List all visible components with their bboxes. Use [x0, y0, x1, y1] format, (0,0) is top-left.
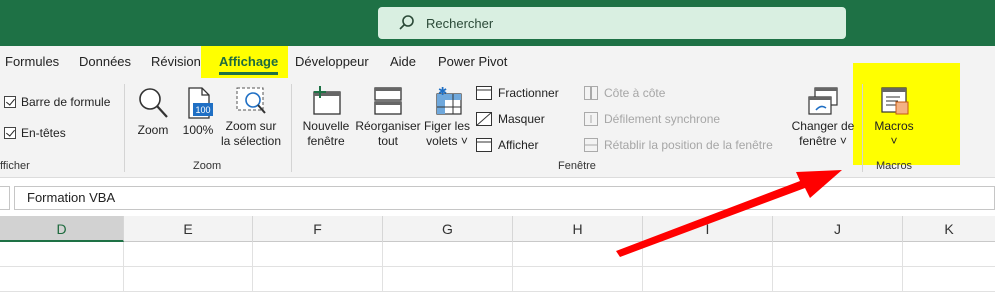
- macros-dropdown-caret[interactable]: ˅: [890, 134, 897, 148]
- tab-affichage[interactable]: Affichage: [219, 46, 279, 78]
- group-label-window: Fenêtre: [558, 160, 596, 172]
- unhide-button[interactable]: Afficher: [476, 138, 538, 152]
- tab-revision[interactable]: Révision: [151, 46, 201, 78]
- new-window-button[interactable]: Nouvelle fenêtre: [300, 86, 352, 149]
- grid-line: [123, 242, 124, 292]
- checkbox-checked: [4, 127, 16, 139]
- svg-text:✱: ✱: [438, 86, 447, 98]
- zoom-100-icon: 100: [188, 87, 213, 119]
- sync-scroll-label: Défilement synchrone: [604, 112, 721, 126]
- freeze-panes-icon: ✱: [436, 86, 462, 115]
- hide-label: Masquer: [498, 112, 545, 126]
- zoom-selection-button[interactable]: Zoom sur la sélection: [220, 86, 282, 149]
- hide-icon: [476, 112, 492, 126]
- zoom-100-icon-text: 100: [195, 105, 210, 115]
- zoom-selection-label-1: Zoom sur: [225, 119, 277, 133]
- arrange-all-label-2: tout: [377, 134, 398, 148]
- checkbox-checked: [4, 96, 16, 108]
- magnifier-icon: [139, 88, 168, 118]
- group-separator: [291, 84, 292, 172]
- new-window-label-2: fenêtre: [307, 134, 345, 148]
- zoom-100-button[interactable]: 100 100%: [180, 86, 216, 138]
- split-button[interactable]: Fractionner: [476, 86, 559, 100]
- column-header-f[interactable]: F: [253, 216, 383, 242]
- ribbon-tab-bar: Formules Données Révision Affichage Déve…: [0, 46, 995, 84]
- cell-grid[interactable]: [0, 242, 995, 292]
- tab-aide[interactable]: Aide: [390, 46, 416, 78]
- reset-position-icon: [584, 138, 598, 152]
- tab-donnees[interactable]: Données: [79, 46, 131, 78]
- split-label: Fractionner: [498, 86, 559, 100]
- search-placeholder: Rechercher: [426, 15, 494, 31]
- group-label-show: fficher: [0, 160, 30, 172]
- freeze-panes-label-2: volets ˅: [426, 134, 468, 148]
- grid-line: [0, 266, 995, 267]
- freeze-panes-label-1: Figer les: [423, 119, 470, 133]
- column-header-g[interactable]: G: [383, 216, 513, 242]
- tab-power-pivot[interactable]: Power Pivot: [438, 46, 507, 78]
- group-separator: [124, 84, 125, 172]
- formula-bar-checkbox[interactable]: Barre de formule: [4, 95, 110, 109]
- column-headers: D E F G H I J K: [0, 216, 995, 242]
- grid-line: [902, 242, 903, 292]
- freeze-panes-button[interactable]: ✱ Figer les volets ˅: [423, 86, 471, 149]
- group-label-macros: Macros: [876, 160, 913, 172]
- formula-input[interactable]: Formation VBA: [14, 186, 995, 210]
- formula-bar-checkbox-label: Barre de formule: [21, 95, 111, 109]
- column-header-j[interactable]: J: [773, 216, 903, 242]
- switch-windows-label-1: Changer de: [791, 119, 855, 133]
- tab-formules[interactable]: Formules: [5, 46, 59, 78]
- column-header-h[interactable]: H: [513, 216, 643, 242]
- title-bar: Rechercher: [0, 0, 995, 46]
- grid-line: [772, 242, 773, 292]
- grid-line: [512, 242, 513, 292]
- zoom-selection-label-2: la sélection: [220, 134, 282, 148]
- hide-button[interactable]: Masquer: [476, 112, 545, 126]
- macros-button[interactable]: Macros ˅: [870, 86, 918, 149]
- column-header-k[interactable]: K: [903, 216, 995, 242]
- headings-checkbox[interactable]: En-têtes: [4, 126, 66, 140]
- arrange-all-label-1: Réorganiser: [355, 119, 421, 133]
- sync-scroll-icon: [584, 112, 598, 126]
- search-icon: [399, 15, 414, 30]
- zoom-label: Zoom: [137, 123, 169, 137]
- tab-developpeur[interactable]: Développeur: [295, 46, 369, 78]
- column-header-e[interactable]: E: [124, 216, 253, 242]
- switch-windows-label-2: fenêtre ˅: [799, 134, 847, 148]
- side-by-side-button[interactable]: Côte à côte: [584, 86, 665, 100]
- formula-bar: Formation VBA: [0, 184, 995, 214]
- side-by-side-icon: [584, 86, 598, 100]
- macros-icon: [881, 87, 909, 115]
- name-box-edge[interactable]: [0, 186, 10, 210]
- sync-scroll-button[interactable]: Défilement synchrone: [584, 112, 720, 126]
- side-by-side-label: Côte à côte: [604, 86, 666, 100]
- split-icon: [476, 86, 492, 100]
- zoom-100-label: 100%: [182, 123, 214, 137]
- active-tab-underline: [219, 72, 279, 75]
- tab-affichage-label: Affichage: [219, 54, 279, 69]
- new-window-icon: [313, 86, 341, 115]
- zoom-button[interactable]: Zoom: [134, 86, 172, 138]
- group-label-zoom: Zoom: [193, 160, 222, 172]
- group-separator: [862, 84, 863, 172]
- column-header-i[interactable]: I: [643, 216, 773, 242]
- grid-line: [382, 242, 383, 292]
- unhide-label: Afficher: [498, 138, 539, 152]
- grid-line: [252, 242, 253, 292]
- switch-windows-icon: [808, 87, 838, 115]
- grid-line: [642, 242, 643, 292]
- search-box[interactable]: Rechercher: [378, 7, 846, 39]
- reset-position-button[interactable]: Rétablir la position de la fenêtre: [584, 138, 773, 152]
- column-header-d[interactable]: D: [0, 216, 124, 242]
- new-window-label-1: Nouvelle: [302, 119, 350, 133]
- switch-windows-button[interactable]: Changer de fenêtre ˅: [790, 86, 856, 149]
- zoom-selection-icon: [236, 87, 266, 114]
- reset-position-label: Rétablir la position de la fenêtre: [604, 138, 773, 152]
- arrange-all-icon: [374, 87, 402, 115]
- arrange-all-button[interactable]: Réorganiser tout: [355, 86, 421, 149]
- unhide-icon: [476, 138, 492, 152]
- macros-label: Macros: [874, 119, 914, 133]
- headings-checkbox-label: En-têtes: [21, 126, 66, 140]
